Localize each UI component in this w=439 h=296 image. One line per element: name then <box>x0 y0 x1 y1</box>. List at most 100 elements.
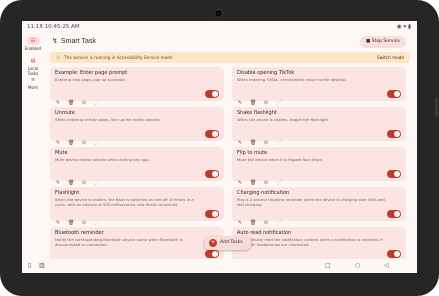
delete-icon[interactable]: 🗑 <box>68 180 74 186</box>
target-icon[interactable]: ⊙ <box>81 220 87 226</box>
task-title: Mute <box>55 150 68 156</box>
sidebar-toggle-icon[interactable]: ▯ <box>28 262 31 269</box>
volume-button <box>435 98 438 116</box>
more-icon: ≡ <box>30 77 36 83</box>
task-card[interactable]: Flashlight When the device is shaken, the… <box>50 187 224 226</box>
task-card[interactable]: Example: Enter page prompt Entering new p… <box>50 67 224 106</box>
app-bar: ↯ Smart Task ■ Stop Service <box>50 34 412 50</box>
share-icon[interactable]: ⋰ <box>276 140 282 146</box>
share-icon[interactable]: ⋰ <box>94 140 100 146</box>
switch-mode-link[interactable]: Switch mode <box>377 55 404 60</box>
edit-icon[interactable]: ✎ <box>237 100 243 106</box>
toggle-knob <box>394 251 400 257</box>
edit-icon[interactable]: ✎ <box>237 220 243 226</box>
task-description: Notify the corresponding Bluetooth devic… <box>55 237 183 247</box>
stop-service-label: Stop Service <box>371 39 400 44</box>
task-enable-toggle[interactable] <box>205 170 219 178</box>
toggle-knob <box>212 91 218 97</box>
screen: 11:18 10:45:25 AM ◉ ▾ ▮ ☷ Enabled ▤ Loca… <box>22 21 417 273</box>
delete-icon[interactable]: 🗑 <box>250 140 256 146</box>
task-card[interactable]: Disable opening TikTok When entering TikT… <box>232 67 406 106</box>
task-enable-toggle[interactable] <box>387 250 401 258</box>
edit-icon[interactable]: ✎ <box>55 140 61 146</box>
task-card[interactable]: Bluetooth reminder Notify the correspondi… <box>50 227 224 266</box>
task-enable-toggle[interactable] <box>387 90 401 98</box>
target-icon[interactable]: ⊙ <box>263 180 269 186</box>
target-icon[interactable]: ⊙ <box>263 220 269 226</box>
task-description: Automatically read the notification cont… <box>237 237 383 247</box>
target-icon[interactable]: ⊙ <box>263 100 269 106</box>
task-card[interactable]: Unmute When entering certain apps, turn u… <box>50 107 224 146</box>
task-title: Flip to mute <box>237 150 268 156</box>
task-description: When entering TikTok, immediately return… <box>237 77 347 82</box>
task-card[interactable]: Mute Mute device media volume when exitin… <box>50 147 224 186</box>
task-actions: ✎ 🗑 ⊙ ⋰ <box>55 91 107 106</box>
stop-service-button[interactable]: ■ Stop Service <box>360 36 406 48</box>
status-bar: 11:18 10:45:25 AM ◉ ▾ ▮ <box>22 21 417 33</box>
task-actions: ✎ 🗑 ⊙ ⋰ <box>55 171 107 186</box>
task-actions: ✎ 🗑 ⊙ ⋰ <box>237 171 289 186</box>
edit-icon[interactable]: ✎ <box>55 220 61 226</box>
home-icon[interactable]: ○ <box>355 262 360 269</box>
task-title: Example: Enter page prompt <box>55 70 128 76</box>
task-enable-toggle[interactable] <box>205 250 219 258</box>
task-enable-toggle[interactable] <box>205 90 219 98</box>
share-icon[interactable]: ⋰ <box>94 180 100 186</box>
edit-icon[interactable]: ✎ <box>55 100 61 106</box>
task-title: Unmute <box>55 110 75 116</box>
share-icon[interactable]: ⋰ <box>276 100 282 106</box>
rail-item-label: Local Tasks <box>27 66 39 76</box>
toggle-knob <box>212 211 218 217</box>
task-description: Play a 2-second ringtone reminder when t… <box>237 197 385 207</box>
back-icon[interactable]: ◁ <box>384 262 389 269</box>
task-description: When the phone is shaken, toggle the fla… <box>237 117 330 122</box>
delete-icon[interactable]: 🗑 <box>68 100 74 106</box>
target-icon[interactable]: ⊙ <box>81 100 87 106</box>
task-enable-toggle[interactable] <box>205 130 219 138</box>
task-title: Shake flashlight <box>237 110 277 116</box>
info-icon: ⓘ <box>56 55 61 60</box>
task-title: Disable opening TikTok <box>237 70 295 76</box>
task-card[interactable]: Flip to mute Mute the device when it is f… <box>232 147 406 186</box>
delete-icon[interactable]: 🗑 <box>68 140 74 146</box>
target-icon[interactable]: ⊙ <box>263 140 269 146</box>
rail-item-label: Enabled <box>24 46 42 51</box>
apps-icon[interactable]: ▥ <box>39 262 45 269</box>
delete-icon[interactable]: 🗑 <box>68 220 74 226</box>
share-icon[interactable]: ⋰ <box>276 220 282 226</box>
task-card[interactable]: Auto read notification Automatically read… <box>232 227 406 266</box>
share-icon[interactable]: ⋰ <box>94 220 100 226</box>
task-description: Mute the device when it is flipped face … <box>237 157 324 162</box>
task-enable-toggle[interactable] <box>387 170 401 178</box>
service-banner: ⓘ The service is running in Accessibilit… <box>50 52 410 63</box>
task-card[interactable]: Shake flashlight When the phone is shaken… <box>232 107 406 146</box>
edit-icon[interactable]: ✎ <box>237 140 243 146</box>
toggle-knob <box>394 91 400 97</box>
target-icon[interactable]: ⊙ <box>81 180 87 186</box>
edit-icon[interactable]: ✎ <box>55 180 61 186</box>
task-enable-toggle[interactable] <box>387 210 401 218</box>
add-icon: + <box>209 239 217 247</box>
task-card[interactable]: Charging notification Play a 2-second rin… <box>232 187 406 226</box>
stop-icon: ■ <box>366 39 371 44</box>
rail-item-local-tasks[interactable]: ▤ Local Tasks <box>22 57 44 76</box>
delete-icon[interactable]: 🗑 <box>250 220 256 226</box>
task-enable-toggle[interactable] <box>205 210 219 218</box>
task-actions: ✎ 🗑 ⊙ ⋰ <box>55 131 107 146</box>
recent-apps-icon[interactable]: □ <box>325 262 331 269</box>
check-list-icon: ☷ <box>26 37 40 45</box>
rail-item-more[interactable]: ≡ More <box>22 76 44 90</box>
status-icons: ◉ ▾ ▮ <box>396 24 411 30</box>
folder-icon: ▤ <box>30 58 36 64</box>
task-enable-toggle[interactable] <box>387 130 401 138</box>
edit-icon[interactable]: ✎ <box>237 180 243 186</box>
add-tasks-button[interactable]: + Add Tasks <box>204 236 251 250</box>
task-title: Bluetooth reminder <box>55 230 104 236</box>
share-icon[interactable]: ⋰ <box>276 180 282 186</box>
delete-icon[interactable]: 🗑 <box>250 180 256 186</box>
delete-icon[interactable]: 🗑 <box>250 100 256 106</box>
target-icon[interactable]: ⊙ <box>81 140 87 146</box>
rail-item-enabled[interactable]: ☷ Enabled <box>22 37 44 51</box>
share-icon[interactable]: ⋰ <box>94 100 100 106</box>
task-actions: ✎ 🗑 ⊙ ⋰ <box>237 91 289 106</box>
